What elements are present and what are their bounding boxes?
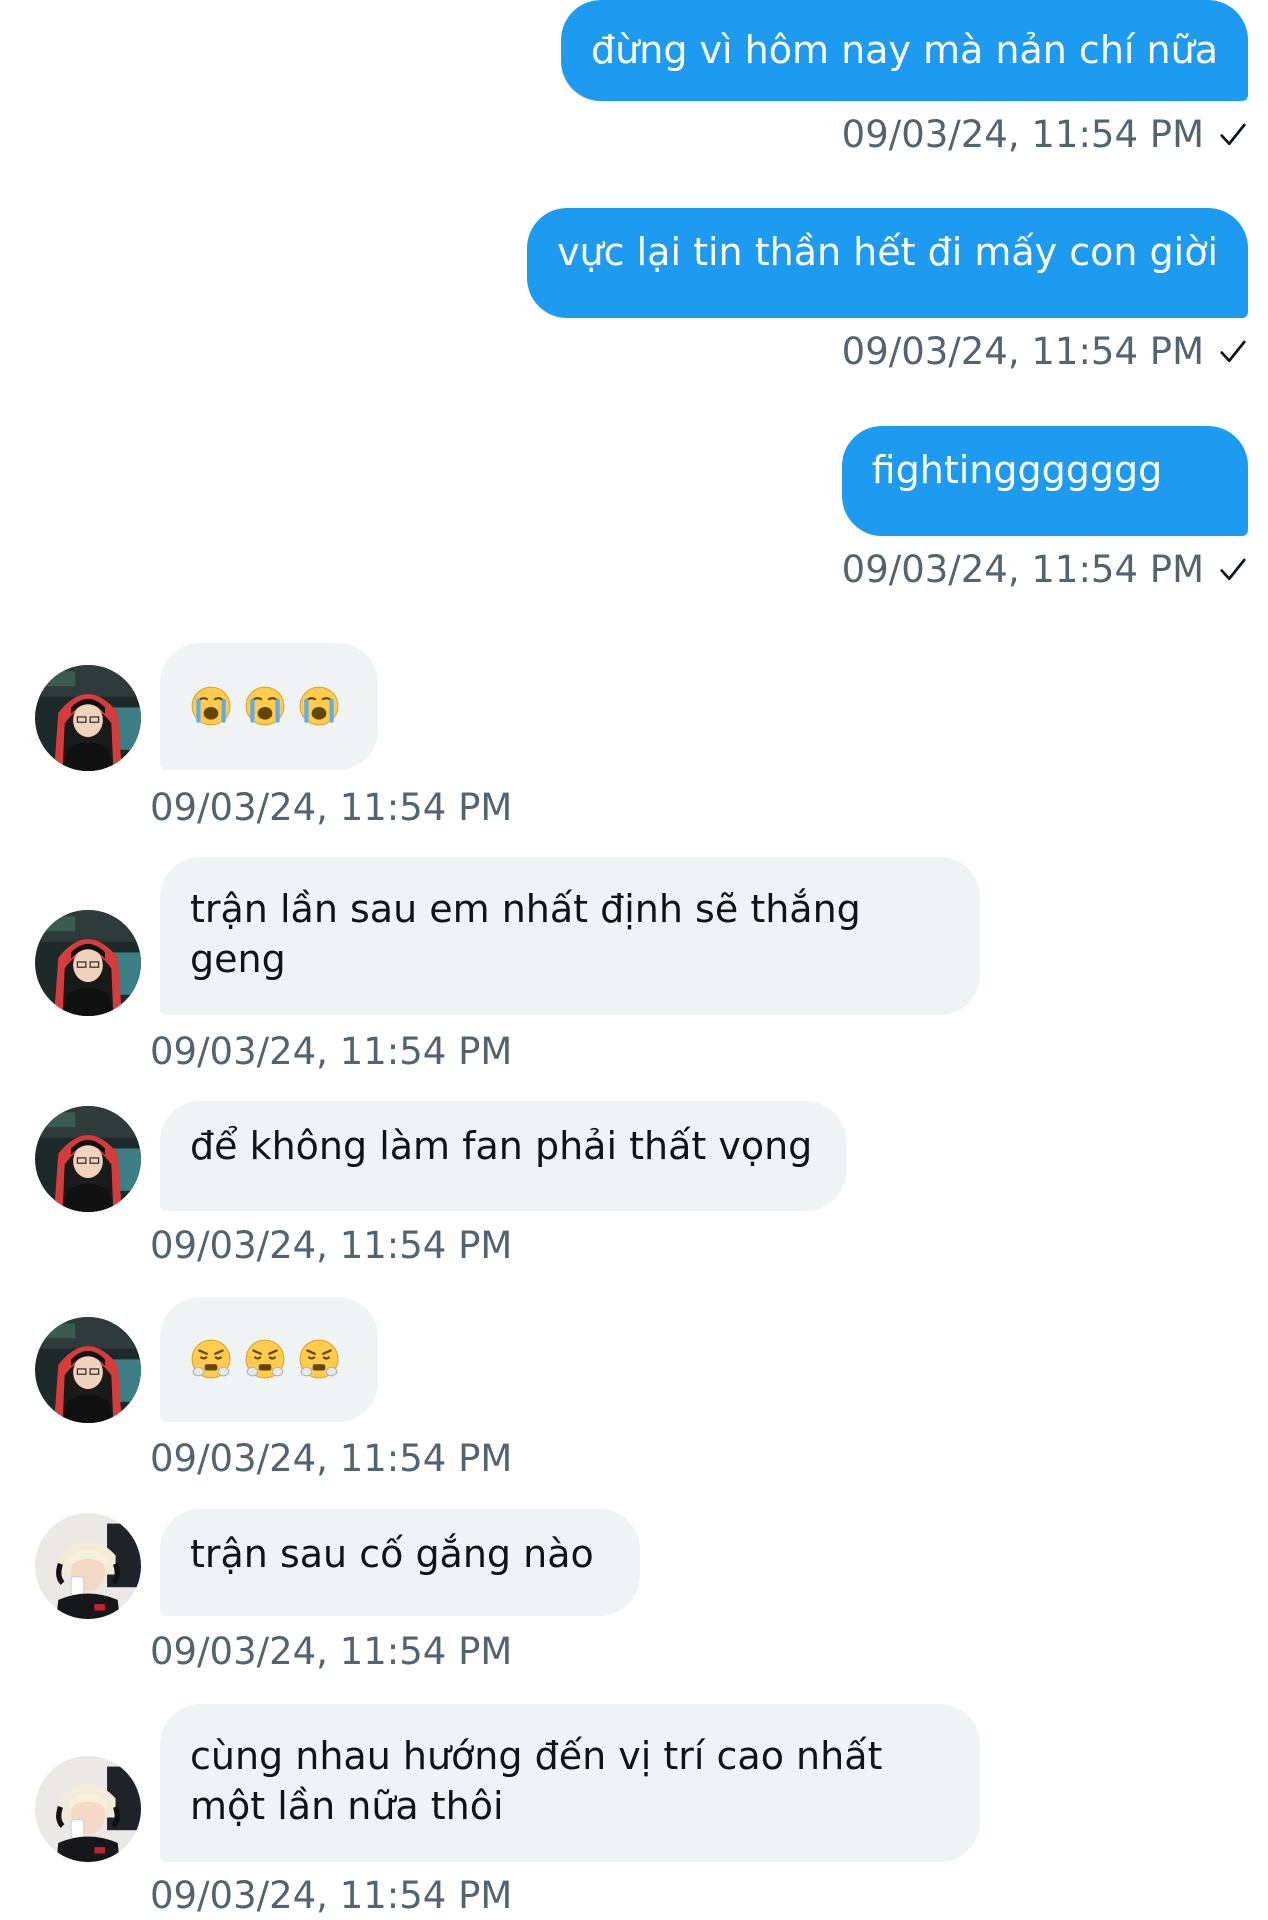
message-text: cùng nhau hướng đến vị trí cao nhất một … [190, 1734, 883, 1828]
outgoing-message-bubble[interactable]: vực lại tin thần hết đi mấy con giời [527, 208, 1248, 318]
message-meta: 09/03/24, 11:54 PM [561, 113, 1248, 157]
outgoing-message: fightinggggggg 09/03/24, 11:54 PM [841, 426, 1248, 592]
emoji-row [190, 681, 348, 731]
message-text: vực lại tin thần hết đi mấy con giời [557, 230, 1218, 274]
face-with-steam-from-nose-icon [298, 1338, 340, 1380]
incoming-message-bubble[interactable]: cùng nhau hướng đến vị trí cao nhất một … [160, 1704, 980, 1862]
message-timestamp: 09/03/24, 11:54 PM [841, 113, 1204, 156]
incoming-message-bubble[interactable]: để không làm fan phải thất vọng [160, 1101, 846, 1211]
loudly-crying-face-icon [244, 685, 286, 727]
face-with-steam-from-nose-icon [244, 1338, 286, 1380]
message-timestamp: 09/03/24, 11:54 PM [150, 1030, 513, 1073]
incoming-message: để không làm fan phải thất vọng 09/03/24… [0, 1101, 1268, 1271]
incoming-message: 09/03/24, 11:54 PM [0, 1297, 1268, 1487]
message-meta: 09/03/24, 11:54 PM [842, 548, 1248, 592]
incoming-message-bubble[interactable]: trận sau cố gắng nào [160, 1509, 640, 1616]
incoming-message-bubble[interactable] [160, 643, 378, 770]
message-timestamp: 09/03/24, 11:54 PM [841, 548, 1204, 591]
sender-avatar[interactable] [35, 1106, 141, 1212]
sender-avatar[interactable] [35, 1756, 141, 1862]
message-thread: đừng vì hôm nay mà nản chí nữa 09/03/24,… [0, 0, 1268, 1920]
outgoing-message-bubble[interactable]: đừng vì hôm nay mà nản chí nữa [561, 0, 1248, 101]
sender-avatar[interactable] [35, 665, 141, 771]
message-text: fightinggggggg [871, 448, 1163, 492]
message-timestamp: 09/03/24, 11:54 PM [150, 1874, 513, 1917]
incoming-message-bubble[interactable] [160, 1297, 378, 1422]
incoming-message-bubble[interactable]: trận lần sau em nhất định sẽ thắng geng [160, 857, 980, 1015]
message-text: đừng vì hôm nay mà nản chí nữa [591, 28, 1218, 72]
check-icon [1218, 120, 1248, 150]
message-text: trận lần sau em nhất định sẽ thắng geng [190, 887, 861, 981]
outgoing-message-bubble[interactable]: fightinggggggg [841, 426, 1248, 536]
message-timestamp: 09/03/24, 11:54 PM [150, 1224, 513, 1267]
incoming-message: 09/03/24, 11:54 PM [0, 643, 1268, 833]
message-timestamp: 09/03/24, 11:54 PM [841, 330, 1204, 373]
message-text: trận sau cố gắng nào [190, 1532, 594, 1576]
message-timestamp: 09/03/24, 11:54 PM [150, 1630, 513, 1673]
message-text: để không làm fan phải thất vọng [190, 1124, 813, 1168]
face-with-steam-from-nose-icon [190, 1338, 232, 1380]
check-icon [1218, 337, 1248, 367]
message-timestamp: 09/03/24, 11:54 PM [150, 786, 513, 829]
loudly-crying-face-icon [190, 685, 232, 727]
loudly-crying-face-icon [298, 685, 340, 727]
outgoing-message: vực lại tin thần hết đi mấy con giời 09/… [527, 208, 1248, 374]
outgoing-message: đừng vì hôm nay mà nản chí nữa 09/03/24,… [561, 0, 1248, 157]
incoming-message: cùng nhau hướng đến vị trí cao nhất một … [0, 1704, 1268, 1920]
incoming-message: trận sau cố gắng nào 09/03/24, 11:54 PM [0, 1509, 1268, 1679]
emoji-row [190, 1334, 348, 1384]
sender-avatar[interactable] [35, 910, 141, 1016]
sender-avatar[interactable] [35, 1513, 141, 1619]
message-meta: 09/03/24, 11:54 PM [527, 330, 1248, 374]
sender-avatar[interactable] [35, 1317, 141, 1423]
message-timestamp: 09/03/24, 11:54 PM [150, 1437, 513, 1480]
incoming-message: trận lần sau em nhất định sẽ thắng geng … [0, 857, 1268, 1077]
check-icon [1218, 555, 1248, 585]
